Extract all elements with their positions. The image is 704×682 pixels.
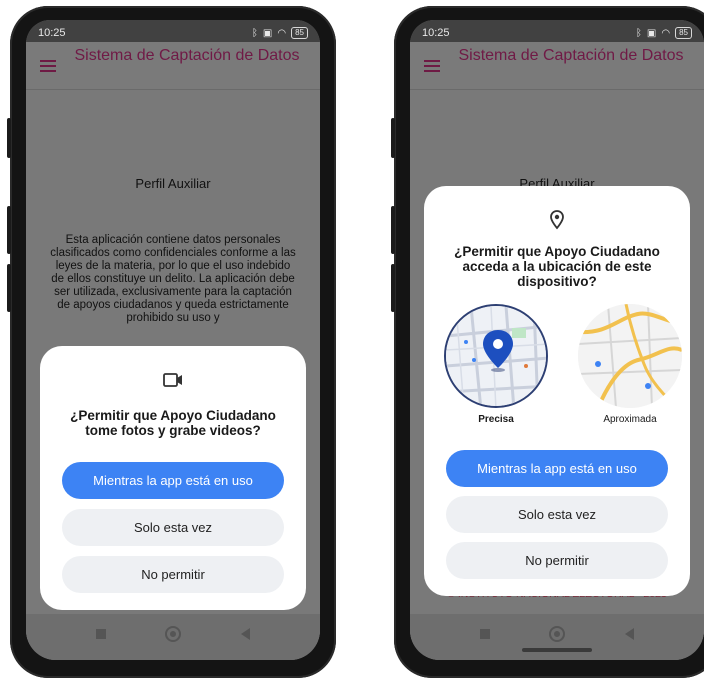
wifi-icon: ◠ [661,27,671,39]
gesture-bar [522,648,592,652]
profile-title: Perfil Auxiliar [135,176,211,191]
precise-location-option[interactable] [444,304,548,408]
recents-button[interactable] [96,629,106,639]
allow-once-button[interactable]: Solo esta vez [62,509,284,546]
home-button[interactable] [165,626,181,642]
screen-location-permission: 10:25 ᛒ ▣ ◠ 85 Sistema de Captación de D… [410,20,704,660]
bluetooth-icon: ᛒ [251,27,258,39]
dialog-title: ¿Permitir que Apoyo Ciudadano acceda a l… [454,244,660,289]
phone-side-button [391,264,395,312]
sim-icon: ▣ [646,27,657,39]
status-bar: 10:25 ᛒ ▣ ◠ 85 [410,20,704,42]
approximate-map-illustration [578,304,682,408]
phone-side-button [391,118,395,158]
bluetooth-icon: ᛒ [635,27,642,39]
status-icons: ᛒ ▣ ◠ 85 [252,27,308,39]
status-time: 10:25 [422,27,450,39]
status-bar: 10:25 ᛒ ▣ ◠ 85 [26,20,320,42]
hamburger-menu-icon[interactable] [424,60,440,72]
app-title: Sistema de Captación de Datos [74,47,300,64]
phone-side-button [7,118,11,158]
app-title: Sistema de Captación de Datos [458,47,684,64]
videocam-icon [163,373,182,387]
allow-while-using-button[interactable]: Mientras la app está en uso [62,462,284,499]
phone-side-button [7,264,11,312]
battery-icon: 85 [291,27,308,39]
hamburger-menu-icon[interactable] [40,60,56,72]
status-icons: ᛒ ▣ ◠ 85 [636,27,692,39]
home-button[interactable] [549,626,565,642]
phone-left: 10:25 ᛒ ▣ ◠ 85 Sistema de Captación de D… [7,6,336,678]
navigation-bar [410,614,704,660]
allow-while-using-button[interactable]: Mientras la app está en uso [446,450,668,487]
phone-right: 10:25 ᛒ ▣ ◠ 85 Sistema de Captación de D… [391,6,704,678]
precise-label: Precisa [478,414,514,425]
sim-icon: ▣ [262,27,273,39]
screen-camera-permission: 10:25 ᛒ ▣ ◠ 85 Sistema de Captación de D… [26,20,320,660]
recents-button[interactable] [480,629,490,639]
camera-permission-dialog: ¿Permitir que Apoyo Ciudadano tome fotos… [40,346,306,610]
back-button[interactable] [241,628,250,640]
location-pin-icon [550,210,564,230]
deny-button[interactable]: No permitir [446,542,668,579]
battery-icon: 85 [675,27,692,39]
legal-notice: Esta aplicación contiene datos personale… [50,234,296,324]
approximate-label: Aproximada [603,414,657,425]
dialog-title: ¿Permitir que Apoyo Ciudadano tome fotos… [70,408,276,438]
wifi-icon: ◠ [277,27,287,39]
approximate-location-option[interactable] [578,304,682,408]
precise-map-illustration [446,306,546,406]
phone-side-button [391,206,395,254]
deny-button[interactable]: No permitir [62,556,284,593]
navigation-bar [26,614,320,660]
back-button[interactable] [625,628,634,640]
phone-side-button [7,206,11,254]
allow-once-button[interactable]: Solo esta vez [446,496,668,533]
app-bar: Sistema de Captación de Datos [410,42,704,90]
location-permission-dialog: ¿Permitir que Apoyo Ciudadano acceda a l… [424,186,690,596]
status-time: 10:25 [38,27,66,39]
app-bar: Sistema de Captación de Datos [26,42,320,90]
